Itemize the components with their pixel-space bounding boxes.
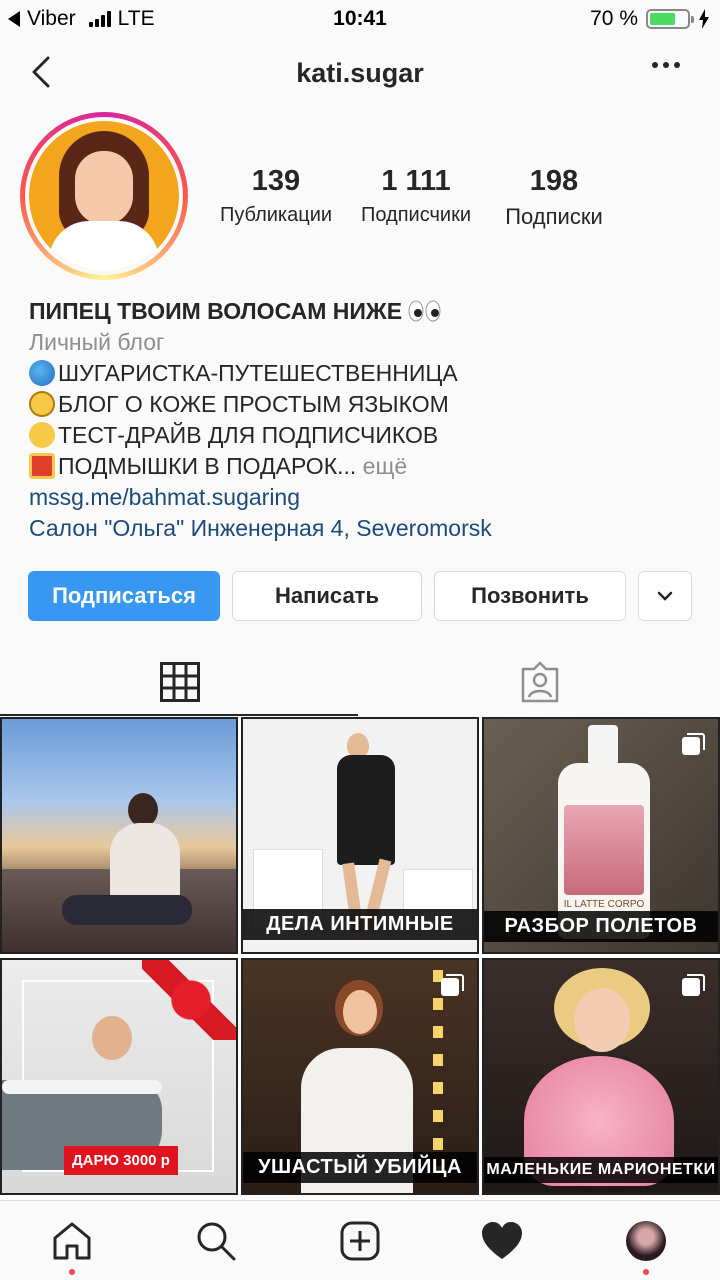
bio-text-2: БЛОГ О КОЖЕ ПРОСТЫМ ЯЗЫКОМ (58, 391, 449, 417)
bottom-tab-bar (0, 1200, 720, 1280)
battery-percent: 70 % (590, 7, 638, 30)
nerd-face-emoji-icon (29, 391, 55, 417)
tab-grid[interactable] (0, 648, 360, 716)
post-thumbnail-1[interactable] (0, 717, 238, 954)
message-button[interactable]: Написать (232, 571, 422, 621)
globe-emoji-icon (29, 360, 55, 386)
eyes-emoji-icon (408, 300, 441, 322)
grid-icon (160, 662, 200, 702)
profile-nav-bar: kati.sugar (0, 44, 720, 104)
posts-grid: ДЕЛА ИНТИМНЫЕ IL LATTE CORPO РАЗБОР ПОЛЕ… (0, 717, 720, 1200)
tab-new-post[interactable] (336, 1217, 384, 1265)
home-notification-dot (69, 1269, 75, 1275)
profile-bio: ПИПЕЦ ТВОИМ ВОЛОСАМ НИЖЕ Личный блог ШУГ… (29, 296, 699, 544)
chevron-down-icon (657, 591, 673, 601)
bio-text-4: ПОДМЫШКИ В ПОДАРОК... (58, 453, 357, 479)
profile-username: kati.sugar (296, 58, 424, 88)
post-thumbnail-6[interactable]: МАЛЕНЬКИЕ МАРИОНЕТКИ (482, 958, 720, 1195)
bio-text-3: ТЕСТ-ДРАЙВ ДЛЯ ПОДПИСЧИКОВ (58, 422, 439, 448)
stat-followers[interactable]: 1 111 Подписчики (346, 165, 486, 227)
bio-line-2: БЛОГ О КОЖЕ ПРОСТЫМ ЯЗЫКОМ (29, 389, 699, 420)
active-tab-indicator (0, 714, 358, 716)
post-caption-4: ДАРЮ 3000 р (64, 1146, 178, 1175)
stat-followers-value: 1 111 (381, 165, 451, 197)
post-caption-2: ДЕЛА ИНТИМНЫЕ (243, 909, 477, 940)
post-caption-5: УШАСТЫЙ УБИЙЦА (243, 1152, 477, 1183)
post-thumbnail-4[interactable]: ДАРЮ 3000 р (0, 958, 238, 1195)
bio-line-1: ШУГАРИСТКА-ПУТЕШЕСТВЕННИЦА (29, 358, 699, 389)
home-icon (53, 1222, 91, 1260)
avatar (29, 121, 179, 271)
post-thumbnail-3[interactable]: IL LATTE CORPO РАЗБОР ПОЛЕТОВ (482, 717, 720, 954)
bio-category: Личный блог (29, 329, 165, 355)
bio-website-link[interactable]: mssg.me/bahmat.sugaring (29, 482, 699, 513)
bio-text-1: ШУГАРИСТКА-ПУТЕШЕСТВЕННИЦА (58, 360, 458, 386)
bio-location-link[interactable]: Салон "Ольга" Инженерная 4, Severomorsk (29, 513, 699, 544)
call-button[interactable]: Позвонить (434, 571, 626, 621)
story-ring[interactable] (20, 112, 188, 280)
bio-display-name: ПИПЕЦ ТВОИМ ВОЛОСАМ НИЖЕ (29, 298, 403, 324)
status-bar: Viber LTE 10:41 70 % (0, 0, 720, 38)
heart-icon (482, 1222, 522, 1259)
tab-profile[interactable] (622, 1217, 670, 1275)
tab-search[interactable] (192, 1217, 240, 1265)
stat-followers-label: Подписчики (360, 204, 472, 226)
multiple-posts-icon (682, 733, 705, 755)
multiple-posts-icon (682, 974, 705, 996)
profile-avatar-icon (626, 1221, 666, 1261)
status-right: 70 % (590, 7, 710, 31)
post-thumbnail-2[interactable]: ДЕЛА ИНТИМНЫЕ (241, 717, 479, 954)
wink-face-emoji-icon (29, 422, 55, 448)
product-label: IL LATTE CORPO (563, 899, 645, 910)
stat-following-label: Подписки (505, 204, 603, 229)
profile-actions: Подписаться Написать Позвонить (28, 571, 692, 621)
post-caption-6: МАЛЕНЬКИЕ МАРИОНЕТКИ (484, 1157, 718, 1183)
charging-icon (699, 9, 709, 29)
stat-following[interactable]: 198 Подписки (484, 165, 624, 230)
battery-icon (646, 9, 694, 29)
post-thumbnail-5[interactable]: УШАСТЫЙ УБИЙЦА (241, 958, 479, 1195)
tab-tagged[interactable] (360, 648, 720, 716)
bio-name-line: ПИПЕЦ ТВОИМ ВОЛОСАМ НИЖЕ (29, 296, 699, 327)
profile-tabs (0, 648, 720, 716)
multiple-posts-icon (441, 974, 464, 996)
more-dots-icon (652, 62, 658, 68)
search-icon (197, 1222, 236, 1261)
more-options-button[interactable] (652, 62, 680, 68)
post-caption-3: РАЗБОР ПОЛЕТОВ (484, 911, 718, 942)
tab-activity[interactable] (478, 1217, 526, 1265)
tagged-person-icon (521, 661, 559, 703)
stat-posts[interactable]: 139 Публикации (206, 165, 346, 227)
bio-line-3: ТЕСТ-ДРАЙВ ДЛЯ ПОДПИСЧИКОВ (29, 420, 699, 451)
add-post-icon (340, 1221, 380, 1261)
suggested-accounts-button[interactable] (638, 571, 692, 621)
bio-more-link[interactable]: ещё (363, 453, 408, 479)
gift-emoji-icon (29, 453, 55, 479)
profile-notification-dot (643, 1269, 649, 1275)
follow-button[interactable]: Подписаться (28, 571, 220, 621)
stat-following-value: 198 (529, 165, 579, 197)
stat-posts-label: Публикации (219, 204, 333, 226)
stat-posts-value: 139 (251, 165, 301, 197)
bio-line-4: ПОДМЫШКИ В ПОДАРОК... ещё (29, 451, 699, 482)
tab-home[interactable] (48, 1217, 96, 1275)
